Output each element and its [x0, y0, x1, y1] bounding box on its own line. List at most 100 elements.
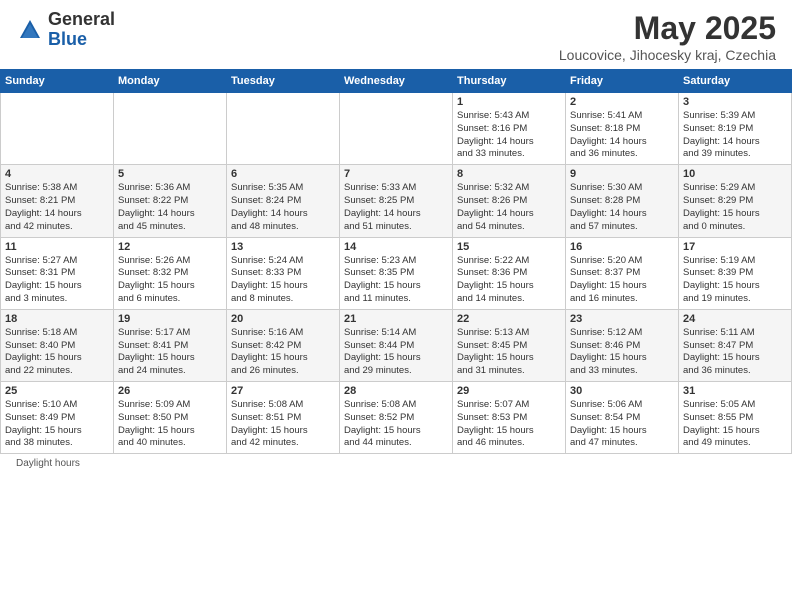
- calendar-header-thursday: Thursday: [453, 70, 566, 93]
- day-info: Sunrise: 5:12 AMSunset: 8:46 PMDaylight:…: [570, 327, 674, 378]
- calendar-cell: 4 Sunrise: 5:38 AMSunset: 8:21 PMDaylight…: [1, 165, 114, 237]
- day-number: 21: [344, 313, 448, 325]
- day-info: Sunrise: 5:20 AMSunset: 8:37 PMDaylight:…: [570, 255, 674, 306]
- calendar-table: SundayMondayTuesdayWednesdayThursdayFrid…: [0, 69, 792, 454]
- calendar-week-row: 25 Sunrise: 5:10 AMSunset: 8:49 PMDayligh…: [1, 382, 792, 454]
- calendar-cell: [340, 93, 453, 165]
- day-number: 29: [457, 385, 561, 397]
- day-info: Sunrise: 5:08 AMSunset: 8:51 PMDaylight:…: [231, 399, 335, 450]
- calendar-cell: [114, 93, 227, 165]
- calendar-week-row: 1Sunrise: 5:43 AMSunset: 8:16 PMDaylight…: [1, 93, 792, 165]
- day-info: Sunrise: 5:08 AMSunset: 8:52 PMDaylight:…: [344, 399, 448, 450]
- day-info: Sunrise: 5:07 AMSunset: 8:53 PMDaylight:…: [457, 399, 561, 450]
- day-number: 5: [118, 168, 222, 180]
- day-info: Sunrise: 5:19 AMSunset: 8:39 PMDaylight:…: [683, 255, 787, 306]
- calendar-cell: 7 Sunrise: 5:33 AMSunset: 8:25 PMDaylight…: [340, 165, 453, 237]
- day-number: 13: [231, 241, 335, 253]
- day-info: Sunrise: 5:10 AMSunset: 8:49 PMDaylight:…: [5, 399, 109, 450]
- calendar-cell: 18 Sunrise: 5:18 AMSunset: 8:40 PMDayligh…: [1, 309, 114, 381]
- calendar-cell: 8 Sunrise: 5:32 AMSunset: 8:26 PMDaylight…: [453, 165, 566, 237]
- page-container: General Blue May 2025 Loucovice, Jihoces…: [0, 0, 792, 473]
- calendar-cell: 3Sunrise: 5:39 AMSunset: 8:19 PMDaylight…: [679, 93, 792, 165]
- logo-general-text: General: [48, 10, 115, 30]
- calendar-cell: 6 Sunrise: 5:35 AMSunset: 8:24 PMDaylight…: [227, 165, 340, 237]
- day-number: 30: [570, 385, 674, 397]
- day-info: Sunrise: 5:43 AMSunset: 8:16 PMDaylight:…: [457, 110, 561, 161]
- calendar-header-friday: Friday: [566, 70, 679, 93]
- day-number: 27: [231, 385, 335, 397]
- day-number: 24: [683, 313, 787, 325]
- day-number: 14: [344, 241, 448, 253]
- calendar-cell: 30 Sunrise: 5:06 AMSunset: 8:54 PMDayligh…: [566, 382, 679, 454]
- calendar-week-row: 4 Sunrise: 5:38 AMSunset: 8:21 PMDaylight…: [1, 165, 792, 237]
- calendar-cell: 16Sunrise: 5:20 AMSunset: 8:37 PMDayligh…: [566, 237, 679, 309]
- calendar-cell: 10Sunrise: 5:29 AMSunset: 8:29 PMDayligh…: [679, 165, 792, 237]
- header: General Blue May 2025 Loucovice, Jihoces…: [0, 0, 792, 69]
- calendar-cell: 19Sunrise: 5:17 AMSunset: 8:41 PMDayligh…: [114, 309, 227, 381]
- day-info: Sunrise: 5:32 AMSunset: 8:26 PMDaylight:…: [457, 182, 561, 233]
- day-info: Sunrise: 5:41 AMSunset: 8:18 PMDaylight:…: [570, 110, 674, 161]
- calendar-header-sunday: Sunday: [1, 70, 114, 93]
- calendar-header-row: SundayMondayTuesdayWednesdayThursdayFrid…: [1, 70, 792, 93]
- calendar-cell: 9 Sunrise: 5:30 AMSunset: 8:28 PMDaylight…: [566, 165, 679, 237]
- calendar-cell: 2 Sunrise: 5:41 AMSunset: 8:18 PMDaylight…: [566, 93, 679, 165]
- calendar-cell: 21 Sunrise: 5:14 AMSunset: 8:44 PMDayligh…: [340, 309, 453, 381]
- calendar-header-monday: Monday: [114, 70, 227, 93]
- day-number: 23: [570, 313, 674, 325]
- calendar-week-row: 18 Sunrise: 5:18 AMSunset: 8:40 PMDayligh…: [1, 309, 792, 381]
- calendar-cell: 29 Sunrise: 5:07 AMSunset: 8:53 PMDayligh…: [453, 382, 566, 454]
- day-info: Sunrise: 5:38 AMSunset: 8:21 PMDaylight:…: [5, 182, 109, 233]
- day-number: 3: [683, 96, 787, 108]
- calendar-cell: 23 Sunrise: 5:12 AMSunset: 8:46 PMDayligh…: [566, 309, 679, 381]
- day-number: 19: [118, 313, 222, 325]
- day-info: Sunrise: 5:14 AMSunset: 8:44 PMDaylight:…: [344, 327, 448, 378]
- day-info: Sunrise: 5:11 AMSunset: 8:47 PMDaylight:…: [683, 327, 787, 378]
- calendar-cell: 25 Sunrise: 5:10 AMSunset: 8:49 PMDayligh…: [1, 382, 114, 454]
- day-info: Sunrise: 5:26 AMSunset: 8:32 PMDaylight:…: [118, 255, 222, 306]
- day-number: 2: [570, 96, 674, 108]
- calendar-cell: 28Sunrise: 5:08 AMSunset: 8:52 PMDayligh…: [340, 382, 453, 454]
- day-info: Sunrise: 5:35 AMSunset: 8:24 PMDaylight:…: [231, 182, 335, 233]
- logo: General Blue: [16, 10, 115, 50]
- day-number: 15: [457, 241, 561, 253]
- calendar-cell: [1, 93, 114, 165]
- day-number: 4: [5, 168, 109, 180]
- calendar-cell: 5Sunrise: 5:36 AMSunset: 8:22 PMDaylight…: [114, 165, 227, 237]
- day-number: 26: [118, 385, 222, 397]
- calendar-header-tuesday: Tuesday: [227, 70, 340, 93]
- calendar-cell: 11 Sunrise: 5:27 AMSunset: 8:31 PMDayligh…: [1, 237, 114, 309]
- calendar-cell: 20Sunrise: 5:16 AMSunset: 8:42 PMDayligh…: [227, 309, 340, 381]
- title-block: May 2025 Loucovice, Jihocesky kraj, Czec…: [559, 10, 776, 63]
- calendar-cell: 27 Sunrise: 5:08 AMSunset: 8:51 PMDayligh…: [227, 382, 340, 454]
- day-number: 6: [231, 168, 335, 180]
- calendar-cell: 13Sunrise: 5:24 AMSunset: 8:33 PMDayligh…: [227, 237, 340, 309]
- calendar-cell: 17 Sunrise: 5:19 AMSunset: 8:39 PMDayligh…: [679, 237, 792, 309]
- day-number: 7: [344, 168, 448, 180]
- day-info: Sunrise: 5:05 AMSunset: 8:55 PMDaylight:…: [683, 399, 787, 450]
- calendar-cell: 12 Sunrise: 5:26 AMSunset: 8:32 PMDayligh…: [114, 237, 227, 309]
- day-info: Sunrise: 5:06 AMSunset: 8:54 PMDaylight:…: [570, 399, 674, 450]
- day-info: Sunrise: 5:23 AMSunset: 8:35 PMDaylight:…: [344, 255, 448, 306]
- day-info: Sunrise: 5:13 AMSunset: 8:45 PMDaylight:…: [457, 327, 561, 378]
- calendar-cell: 22Sunrise: 5:13 AMSunset: 8:45 PMDayligh…: [453, 309, 566, 381]
- day-number: 8: [457, 168, 561, 180]
- calendar-cell: 1Sunrise: 5:43 AMSunset: 8:16 PMDaylight…: [453, 93, 566, 165]
- day-info: Sunrise: 5:27 AMSunset: 8:31 PMDaylight:…: [5, 255, 109, 306]
- day-number: 11: [5, 241, 109, 253]
- day-info: Sunrise: 5:09 AMSunset: 8:50 PMDaylight:…: [118, 399, 222, 450]
- calendar-title: May 2025: [559, 10, 776, 47]
- day-info: Sunrise: 5:18 AMSunset: 8:40 PMDaylight:…: [5, 327, 109, 378]
- day-number: 9: [570, 168, 674, 180]
- logo-blue-text: Blue: [48, 30, 115, 50]
- day-number: 17: [683, 241, 787, 253]
- day-info: Sunrise: 5:30 AMSunset: 8:28 PMDaylight:…: [570, 182, 674, 233]
- calendar-cell: 14 Sunrise: 5:23 AMSunset: 8:35 PMDayligh…: [340, 237, 453, 309]
- day-number: 12: [118, 241, 222, 253]
- day-info: Sunrise: 5:16 AMSunset: 8:42 PMDaylight:…: [231, 327, 335, 378]
- calendar-cell: 24 Sunrise: 5:11 AMSunset: 8:47 PMDayligh…: [679, 309, 792, 381]
- calendar-cell: 26 Sunrise: 5:09 AMSunset: 8:50 PMDayligh…: [114, 382, 227, 454]
- day-info: Sunrise: 5:33 AMSunset: 8:25 PMDaylight:…: [344, 182, 448, 233]
- calendar-header-wednesday: Wednesday: [340, 70, 453, 93]
- day-number: 25: [5, 385, 109, 397]
- day-number: 18: [5, 313, 109, 325]
